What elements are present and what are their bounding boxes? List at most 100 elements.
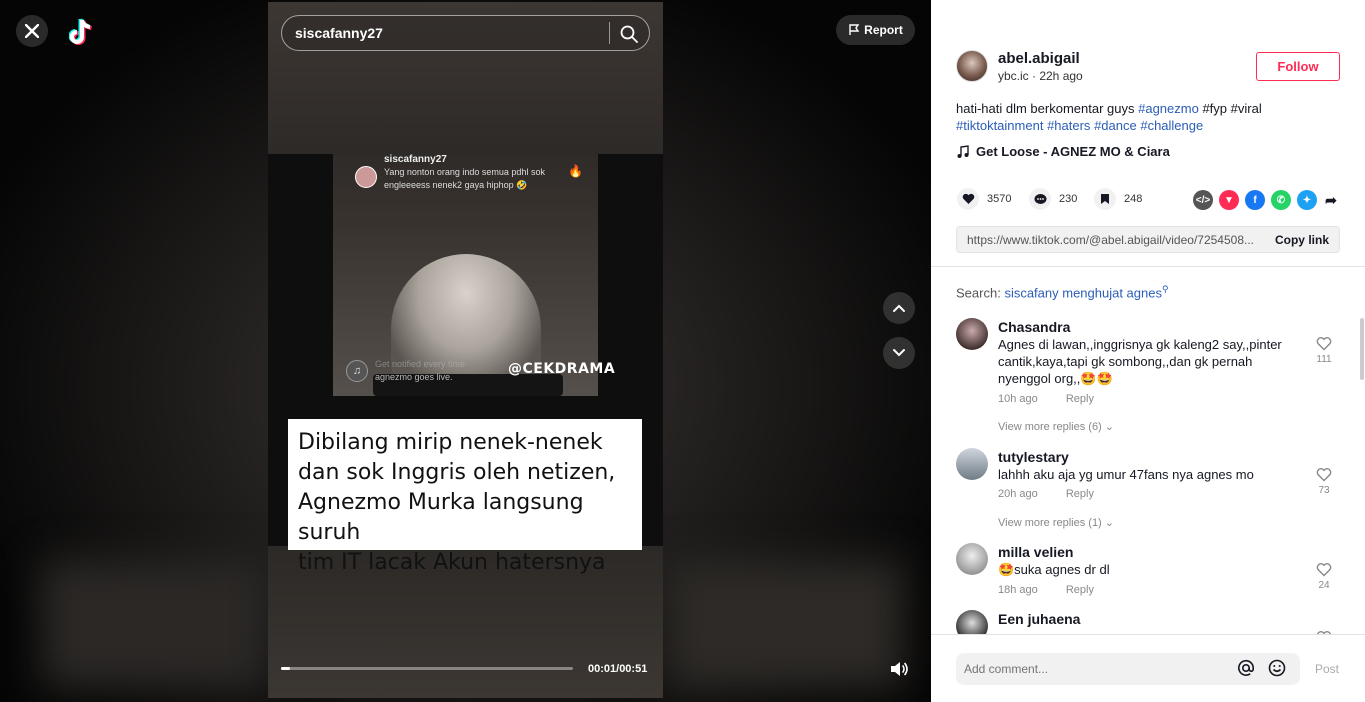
search-icon[interactable] [619, 24, 639, 44]
share-arrow-icon[interactable]: ➦ [1321, 190, 1341, 210]
hashtag-link[interactable]: #challenge [1140, 118, 1203, 133]
comment-author[interactable]: milla velien [998, 544, 1073, 560]
video-description: hati-hati dlm berkomentar guys #agnezmo … [956, 100, 1336, 134]
comment-icon [1034, 194, 1046, 204]
comment-scrollbar[interactable] [1360, 318, 1364, 380]
save-stat[interactable]: 248 [1094, 188, 1142, 210]
details-panel: abel.abigail ybc.ic · 22h ago Follow hat… [931, 0, 1365, 702]
search-suggestion-prefix: Search: [956, 285, 1001, 301]
chevron-down-icon [893, 349, 905, 357]
heart-outline-icon [1316, 468, 1332, 482]
heart-icon [962, 193, 974, 204]
search-suggestion-query[interactable]: siscafany menghujat agnes [1004, 285, 1162, 300]
view-more-replies[interactable]: View more replies (6) ⌄ [998, 420, 1114, 433]
search-divider [609, 22, 610, 44]
like-stat[interactable]: 3570 [957, 188, 1011, 210]
chevron-down-icon: ⌄ [1104, 421, 1115, 433]
like-button[interactable] [957, 188, 979, 210]
comment-like[interactable]: 73 [1314, 467, 1334, 496]
hashtag-link[interactable]: #fyp [1202, 101, 1227, 116]
watermark: @CEKDRAMA [508, 361, 616, 377]
post-button[interactable]: Post [1315, 662, 1339, 676]
send-icon[interactable]: ▼ [1219, 190, 1239, 210]
volume-icon [891, 662, 908, 676]
comment-button[interactable] [1029, 188, 1051, 210]
hashtag-link[interactable]: #agnezmo [1138, 101, 1199, 116]
description-text: hati-hati dlm berkomentar guys [956, 101, 1135, 116]
background-blur [665, 560, 905, 690]
heart-outline-icon [1316, 337, 1332, 351]
reply-button[interactable]: Reply [1066, 393, 1094, 405]
next-video-button[interactable] [883, 337, 915, 369]
comment-like[interactable]: 111 [1314, 336, 1334, 365]
whatsapp-icon[interactable]: ✆ [1271, 190, 1291, 210]
embed-icon[interactable]: </> [1193, 190, 1213, 210]
comment-avatar[interactable] [956, 318, 988, 350]
hashtag-link[interactable]: #viral [1231, 101, 1262, 116]
bookmark-icon [1101, 194, 1109, 204]
embedded-live-clip: siscafanny27 Yang nonton orang indo semu… [333, 154, 615, 396]
comment-text: lahhh aku aja yg umur 47fans nya agnes m… [998, 467, 1254, 482]
previous-video-button[interactable] [883, 292, 915, 324]
comment-text: Agnes di lawan,,inggrisnya gk kaleng2 sa… [998, 337, 1282, 386]
copy-link-button[interactable]: Copy link [1275, 233, 1329, 247]
search-suggestion[interactable]: Search: siscafany menghujat agnes⚲ [956, 284, 1169, 300]
hashtag-link[interactable]: #tiktoktainment [956, 118, 1043, 133]
author-name[interactable]: abel.abigail [998, 50, 1080, 67]
search-small-icon: ⚲ [1161, 284, 1169, 294]
comment-author[interactable]: tutylestary [998, 449, 1069, 465]
comment-avatar[interactable] [956, 543, 988, 575]
comment-author[interactable]: Een juhaena [998, 611, 1080, 627]
follow-button[interactable]: Follow [1256, 52, 1340, 81]
emoji-icon[interactable] [1268, 659, 1286, 677]
chevron-down-icon: ⌄ [1104, 517, 1115, 529]
video-link-url[interactable]: https://www.tiktok.com/@abel.abigail/vid… [967, 233, 1257, 247]
author-avatar[interactable] [956, 50, 988, 82]
report-button[interactable]: Report [836, 15, 915, 45]
bell-icon: ♫ [346, 360, 368, 382]
mention-icon[interactable] [1237, 659, 1255, 677]
caption-line: Dibilang mirip nenek-nenek [298, 430, 603, 455]
comment-like[interactable]: 24 [1314, 562, 1334, 591]
comment-avatar[interactable] [956, 610, 988, 634]
comment-stat[interactable]: 230 [1029, 188, 1077, 210]
hashtag-link[interactable]: #dance [1094, 118, 1137, 133]
music-link[interactable]: Get Loose - AGNEZ MO & Ciara [956, 144, 1170, 159]
video-progress-bar[interactable] [281, 667, 573, 670]
twitter-icon[interactable]: ✦ [1297, 190, 1317, 210]
author-meta: ybc.ic · 22h ago [998, 69, 1083, 83]
video-time: 00:01/00:51 [588, 663, 648, 675]
search-input[interactable] [295, 25, 595, 41]
reply-button[interactable]: Reply [1066, 488, 1094, 500]
comment-author[interactable]: Chasandra [998, 319, 1070, 335]
volume-button[interactable] [884, 654, 914, 684]
caption-line: tim IT lacak Akun hatersnya [298, 550, 606, 575]
like-count: 3570 [987, 193, 1012, 205]
video-progress-fill [281, 667, 290, 670]
flame-icon: 🔥 [568, 164, 583, 178]
close-button[interactable] [16, 15, 48, 47]
save-count: 248 [1124, 193, 1143, 205]
hashtag-link[interactable]: #haters [1047, 118, 1090, 133]
view-more-label: View more replies (1) [998, 517, 1102, 529]
comment-avatar[interactable] [956, 448, 988, 480]
comment-meta: 20h ago Reply [998, 488, 1094, 500]
comment-meta: 18h ago Reply [998, 584, 1094, 596]
music-note-icon [957, 144, 969, 158]
clip-avatar [355, 166, 377, 188]
facebook-icon[interactable]: f [1245, 190, 1265, 210]
save-button[interactable] [1094, 188, 1116, 210]
comment-bar: Post [931, 634, 1365, 702]
tiktok-logo-icon[interactable] [69, 16, 97, 48]
view-more-replies[interactable]: View more replies (1) ⌄ [998, 516, 1114, 529]
caption-line: dan sok Inggris oleh netizen, [298, 460, 616, 485]
comment-like-count: 73 [1318, 485, 1330, 496]
reply-button[interactable]: Reply [1066, 584, 1094, 596]
comment-meta: 10h ago Reply [998, 393, 1094, 405]
caption-line: Agnezmo Murka langsung suruh [298, 490, 584, 545]
video-caption-overlay: Dibilang mirip nenek-nenek dan sok Inggr… [288, 419, 642, 575]
search-bar[interactable] [281, 15, 650, 51]
comment-list: Chasandra Agnes di lawan,,inggrisnya gk … [931, 308, 1365, 634]
video-player[interactable]: siscafanny27 Yang nonton orang indo semu… [268, 2, 663, 698]
comment-time: 20h ago [998, 488, 1038, 500]
